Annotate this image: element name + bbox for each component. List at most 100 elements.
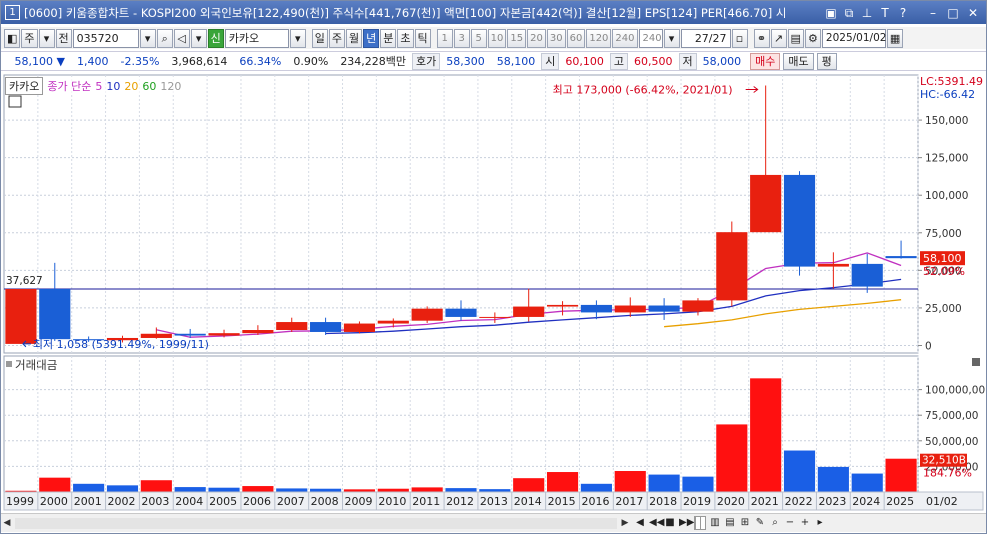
period-week[interactable]: 주 <box>328 28 346 48</box>
candle-2020 <box>716 221 748 307</box>
stock-name-field[interactable]: 카카오 <box>224 28 289 48</box>
x-tick-label: 2024 <box>852 495 880 508</box>
x-tick-label: 2008 <box>311 495 339 508</box>
legend-ma5: 5 <box>95 79 103 93</box>
prev-icon[interactable]: ◀ <box>634 516 646 530</box>
x-tick-label: 2015 <box>548 495 576 508</box>
interval-30[interactable]: 30 <box>546 28 566 48</box>
tools-icon[interactable]: ✎ <box>754 516 766 530</box>
interval-5[interactable]: 5 <box>470 28 487 48</box>
volume-bar-2022 <box>783 450 816 492</box>
legend-ma120: 120 <box>160 79 182 93</box>
settings-icon[interactable]: ⚙ <box>804 28 821 48</box>
period-second[interactable]: 초 <box>397 28 414 48</box>
interval-60[interactable]: 60 <box>566 28 586 48</box>
interval-input[interactable]: 240 <box>638 28 663 48</box>
forward-icon[interactable]: ▶▶ <box>679 516 694 530</box>
plus-icon[interactable]: + <box>799 516 811 530</box>
close-button[interactable]: ✕ <box>966 6 980 20</box>
market-select[interactable]: 주 <box>21 28 38 48</box>
candle-body <box>546 304 579 307</box>
sell-button[interactable]: 매도 <box>783 52 814 70</box>
calendar-icon[interactable]: ▦ <box>886 28 904 48</box>
candle-body <box>479 316 511 318</box>
interval-10[interactable]: 10 <box>487 28 507 48</box>
interval-240[interactable]: 240 <box>612 28 638 48</box>
count-field[interactable]: 27/27 <box>680 28 731 48</box>
volume-bar-2007 <box>276 488 308 492</box>
x-tick-label: 1999 <box>6 495 34 508</box>
evaluate-button[interactable]: 평 <box>816 52 837 70</box>
period-minute[interactable]: 분 <box>380 28 397 48</box>
horizontal-scrollbar[interactable]: ◀ ▶ ◀ ◀◀ ■ ▶▶ ▥ ▤ ⊞ ✎ ⌕ − + ▸ <box>1 513 986 532</box>
maximize-button[interactable]: □ <box>946 6 960 20</box>
candle-body <box>851 263 883 287</box>
legend-ma-label: 종가 단순 <box>47 80 92 93</box>
save-icon[interactable]: ▤ <box>787 28 804 48</box>
code-dropdown-icon[interactable]: ▾ <box>139 28 156 48</box>
market-dropdown-icon[interactable]: ▾ <box>38 28 55 48</box>
price-chart[interactable]: 025,00050,00075,000100,000125,000150,000… <box>1 73 986 519</box>
layout-icon[interactable]: ◧ <box>4 28 21 48</box>
interval-20[interactable]: 20 <box>527 28 546 48</box>
scroll-end-icon[interactable]: ▸ <box>814 516 826 530</box>
chart-type-icon[interactable]: ▥ <box>709 516 721 530</box>
chart-legend: 카카오 종가 단순 5 10 20 60 120 <box>5 77 182 95</box>
period-year[interactable]: 년 <box>363 28 380 48</box>
volume-bar-2005 <box>208 487 240 492</box>
legend-ma20: 20 <box>124 79 139 93</box>
turnover-pct: 0.90% <box>293 54 329 68</box>
interval-3[interactable]: 3 <box>453 28 470 48</box>
period-day[interactable]: 일 <box>311 28 328 48</box>
buy-button[interactable]: 매수 <box>750 52 781 70</box>
draw-tool-icon[interactable]: ↗ <box>770 28 787 48</box>
scroll-right-icon[interactable]: ▶ <box>619 516 631 531</box>
rewind-icon[interactable]: ◀◀ <box>649 516 664 530</box>
x-tick-label: 2014 <box>514 495 542 508</box>
volume-bar-2023 <box>817 466 849 492</box>
link-icon[interactable]: ⚭ <box>753 28 770 48</box>
stop-icon[interactable]: ■ <box>664 516 676 530</box>
x-tick-label: 2017 <box>615 495 643 508</box>
volume-bar-2000 <box>39 477 71 492</box>
count-spin-icon[interactable]: ▫ <box>731 28 748 48</box>
font-size-icon[interactable]: T <box>878 6 892 20</box>
minimize-button[interactable]: – <box>926 6 940 20</box>
period-month[interactable]: 월 <box>346 28 363 48</box>
help-icon[interactable]: ? <box>896 6 910 20</box>
volume-bar-2024 <box>851 473 883 492</box>
stock-code-input[interactable]: 035720 <box>72 28 139 48</box>
ask-price: 58,300 <box>446 54 485 68</box>
minus-icon[interactable]: − <box>784 516 796 530</box>
search-icon[interactable]: ⌕ <box>156 28 173 48</box>
sound-dropdown-icon[interactable]: ▾ <box>190 28 207 48</box>
interval-120[interactable]: 120 <box>586 28 612 48</box>
x-tick-label: 2010 <box>378 495 406 508</box>
sound-icon[interactable]: ◁ <box>173 28 190 48</box>
pin-icon[interactable]: ⊥ <box>860 6 874 20</box>
candle-body <box>445 308 477 317</box>
price-tick-label: 125,000 <box>925 153 968 165</box>
volume-ratio: 66.34% <box>239 54 282 68</box>
x-tick-label: 2005 <box>209 495 237 508</box>
chart-window: 1 [0600] 키움종합차트 - KOSPI200 외국인보유[122,490… <box>0 0 987 534</box>
x-tick-label: 2021 <box>751 495 779 508</box>
window-title: [0600] 키움종합차트 - KOSPI200 외국인보유[122,490(천… <box>24 5 787 20</box>
split-window-icon[interactable]: ▣ <box>824 6 838 20</box>
volume-bar-2014 <box>513 478 545 492</box>
scroll-left-icon[interactable]: ◀ <box>1 516 13 531</box>
zoom-out-icon[interactable]: ⌕ <box>769 516 781 530</box>
period-tick[interactable]: 틱 <box>414 28 431 48</box>
scroll-track[interactable] <box>15 517 617 529</box>
compare-icon[interactable]: ⊞ <box>739 516 751 530</box>
zoom-slider[interactable] <box>694 516 706 530</box>
volume-tick-label: 100,000,00 <box>925 385 985 397</box>
name-dropdown-icon[interactable]: ▾ <box>289 28 306 48</box>
link-window-icon[interactable]: ⧉ <box>842 6 856 20</box>
grid-icon[interactable]: ▤ <box>724 516 736 530</box>
scope-button[interactable]: 전 <box>55 28 72 48</box>
interval-dropdown-icon[interactable]: ▾ <box>663 28 680 48</box>
interval-15[interactable]: 15 <box>507 28 527 48</box>
date-input[interactable]: 2025/01/02 <box>821 28 886 48</box>
interval-1[interactable]: 1 <box>436 28 453 48</box>
